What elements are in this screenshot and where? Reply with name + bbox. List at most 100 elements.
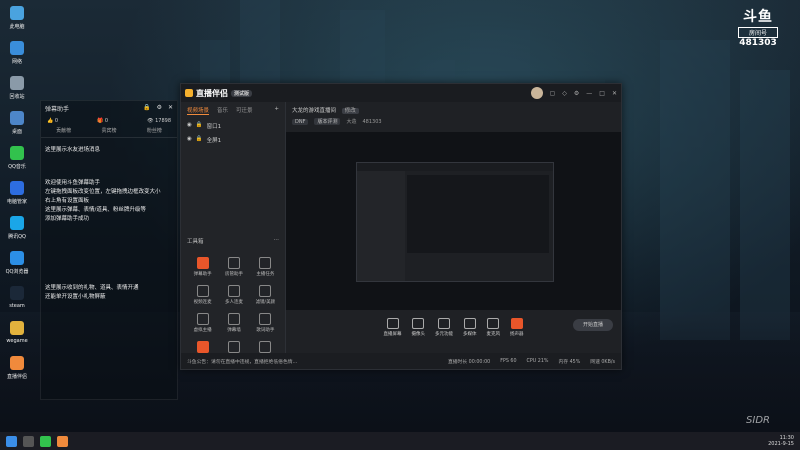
microphone-button[interactable]: 麦克风 <box>487 317 500 337</box>
pc-manager-icon <box>10 181 24 195</box>
tool-room-manager[interactable]: 房管助手 <box>218 257 249 277</box>
wall-icon <box>227 313 240 325</box>
add-scene-icon[interactable]: + <box>274 106 279 115</box>
danmu-subtabs: 贡献榜 贵宾榜 粉丝榜 <box>41 126 177 138</box>
more-icon[interactable]: ⋯ <box>274 237 280 245</box>
danmu-assistant-panel[interactable]: 弹幕助手 🔒 ⚙ ✕ 👍 0 🎁 0 👁 17898 贡献榜 贵宾榜 粉丝榜 这… <box>40 100 178 400</box>
screen-capture-button[interactable]: 直播屏幕 <box>384 317 402 337</box>
camera-icon <box>412 317 425 329</box>
tool-virtual-host[interactable]: 虚拟主播 <box>187 313 218 333</box>
tool-danmu-assistant[interactable]: 弹幕助手 <box>187 257 218 277</box>
desktop-icon-qq-music[interactable]: QQ音乐 <box>2 144 32 178</box>
edit-title-button[interactable]: 修改 <box>341 108 359 114</box>
status-network: 网速 0KB/s <box>590 359 615 365</box>
tool-video-link[interactable]: 视频连麦 <box>187 285 218 305</box>
app-logo: 直播伴侣 测试版 <box>185 88 253 99</box>
desktop-icon-qq-browser[interactable]: QQ浏览器 <box>2 249 32 283</box>
nested-titlebar <box>357 163 553 171</box>
status-cpu: CPU 21% <box>526 358 549 364</box>
stream-preview[interactable] <box>286 132 621 310</box>
desktop-icon-network[interactable]: 网络 <box>2 39 32 73</box>
speaker-button[interactable]: 扬声器 <box>510 317 524 337</box>
settings-icon[interactable]: ⚙ <box>574 90 579 97</box>
scene-item-window[interactable]: ◉ 🔒 窗口1 <box>181 119 285 133</box>
taskbar-clock[interactable]: 11:30 2021-9-15 <box>768 435 794 447</box>
app-version-badge: 测试版 <box>231 89 253 97</box>
person-icon <box>227 257 240 269</box>
app-titlebar: 直播伴侣 测试版 ▢ ◇ ⚙ — □ ✕ <box>181 84 621 102</box>
tool-beauty[interactable]: 滤镜/美颜 <box>250 285 281 305</box>
tab-music[interactable]: 音乐 <box>217 106 228 115</box>
nested-preview <box>407 175 549 253</box>
settings-icon[interactable]: ⚙ <box>157 104 162 111</box>
multi-function-icon <box>438 317 450 329</box>
danmu-message: 右上角有设置面板 <box>45 198 90 204</box>
live-companion-window: 直播伴侣 测试版 ▢ ◇ ⚙ — □ ✕ 视频场景 音乐 可迁景 + ◉ 🔒 窗口… <box>180 83 622 370</box>
status-memory: 内存 45% <box>558 359 581 365</box>
danmu-message: 左键拖拽面板改变位置，左键拖拽边框改变大小 <box>45 189 161 195</box>
virtual-host-icon <box>196 313 209 325</box>
notification-icon[interactable]: ◇ <box>562 90 567 97</box>
eye-icon[interactable]: ◉ <box>187 136 192 144</box>
danmu-panel-header: 弹幕助手 🔒 ⚙ ✕ <box>41 101 177 116</box>
desktop-icon-desktop[interactable]: 桌面 <box>2 109 32 143</box>
lyrics-icon <box>259 313 272 325</box>
titlebar-icons: ▢ ◇ ⚙ — □ ✕ <box>530 87 617 99</box>
control-bar: 直播屏幕 摄像头 多元功能 多媒体 麦克风 扬声器 <box>286 312 621 342</box>
maximize-icon[interactable]: □ <box>599 90 605 97</box>
danmu-icon <box>196 257 209 269</box>
lock-icon[interactable]: 🔒 <box>196 122 203 130</box>
network-icon <box>10 41 24 55</box>
status-fps: FPS 60 <box>500 358 517 364</box>
tool-danmu-wall[interactable]: 弹幕墙 <box>218 313 249 333</box>
desktop-icon-wegame[interactable]: wegame <box>2 319 32 353</box>
desktop-icon-this-pc[interactable]: 此电脑 <box>2 4 32 38</box>
status-bar: 斗鱼公告：请勿在直播中违规，直播拒绝低俗色情… 直播时长 00:00:00 FP… <box>181 353 621 369</box>
camera-button[interactable]: 摄像头 <box>412 317 425 337</box>
tool-host-tasks[interactable]: 主播任务 <box>250 257 281 277</box>
microphone-icon <box>487 317 500 329</box>
multi-function-button[interactable]: 多元功能 <box>435 317 453 337</box>
desktop-icon-pc-manager[interactable]: 电脑管家 <box>2 179 32 213</box>
avatar[interactable] <box>530 87 543 99</box>
more-icon <box>259 341 272 353</box>
stream-meta: DNF 版本评测 大造 481303 <box>286 118 621 125</box>
category-tag[interactable]: DNF <box>292 118 309 125</box>
danmu-message: 还能单开设置小礼物屏蔽 <box>45 294 106 300</box>
tab-other-scene[interactable]: 可迁景 <box>236 106 253 115</box>
message-icon[interactable]: ▢ <box>550 90 556 97</box>
desktop-icon-steam[interactable]: steam <box>2 284 32 318</box>
scene-panel: 视频场景 音乐 可迁景 + ◉ 🔒 窗口1 ◉ 🔒 全屏1 工具箱 ⋯ 弹幕助手 房… <box>181 102 286 361</box>
app-logo-icon <box>185 89 193 97</box>
lock-icon[interactable]: 🔒 <box>143 104 150 111</box>
gift-icon <box>196 341 209 353</box>
minimize-icon[interactable]: — <box>586 90 592 97</box>
media-button[interactable]: 多媒体 <box>463 317 477 337</box>
tab-fans[interactable]: 粉丝榜 <box>147 127 162 134</box>
preview-panel: 大龙的游戏直播间 修改 DNF 版本评测 大造 481303 直播屏幕 摄像头 … <box>286 102 621 353</box>
tab-video-scene[interactable]: 视频场景 <box>187 106 210 115</box>
desktop-icon-qq[interactable]: 腾讯QQ <box>2 214 32 248</box>
danmu-message: 欢迎使用斗鱼弹幕助手 <box>45 180 101 186</box>
qq-music-taskbar-icon[interactable] <box>40 435 51 447</box>
category-tag[interactable]: 版本评测 <box>314 118 341 125</box>
tool-lyrics[interactable]: 歌词助手 <box>250 313 281 333</box>
desktop-icon-recycle-bin[interactable]: 回收站 <box>2 74 32 108</box>
search-icon[interactable] <box>23 435 34 447</box>
tool-multi-link[interactable]: 多人连麦 <box>218 285 249 305</box>
desktop-icon-live-companion[interactable]: 直播伴侣 <box>2 354 32 388</box>
windows-start-icon[interactable] <box>6 435 17 447</box>
close-icon[interactable]: ✕ <box>168 104 173 111</box>
live-companion-taskbar-icon[interactable] <box>57 435 68 447</box>
close-icon[interactable]: ✕ <box>612 90 617 97</box>
lock-icon[interactable]: 🔒 <box>196 136 203 144</box>
start-live-button[interactable]: 开始直播 <box>573 319 613 331</box>
tab-contribution[interactable]: 贡献榜 <box>56 127 71 134</box>
qq-music-icon <box>10 146 24 160</box>
eye-icon[interactable]: ◉ <box>187 122 192 130</box>
stream-title: 大龙的游戏直播间 <box>292 108 337 114</box>
stream-info: 大龙的游戏直播间 修改 <box>286 102 621 118</box>
tab-vip[interactable]: 贵宾榜 <box>101 127 116 134</box>
scene-item-fullscreen[interactable]: ◉ 🔒 全屏1 <box>181 133 285 147</box>
danmu-stats: 👍 0 🎁 0 👁 17898 <box>41 116 177 126</box>
